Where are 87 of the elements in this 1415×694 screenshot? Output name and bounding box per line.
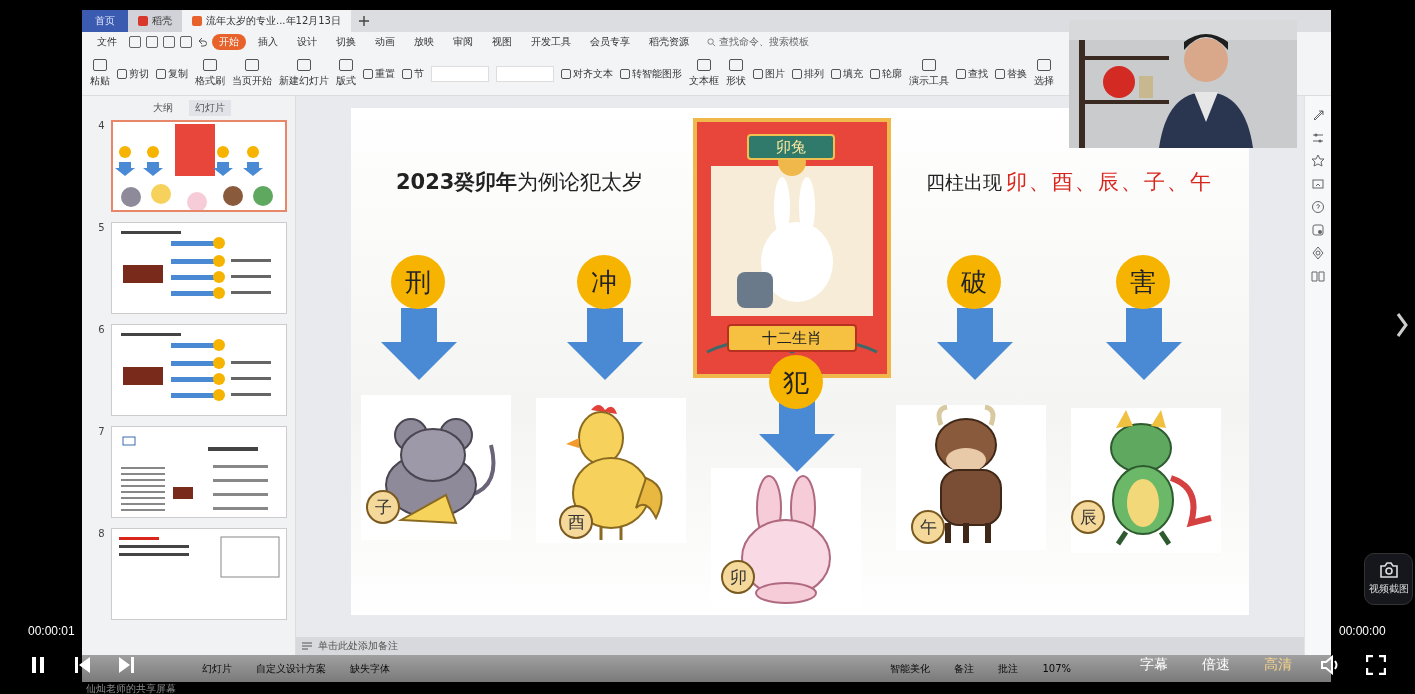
next-button[interactable]: [117, 654, 135, 676]
ribbon-button[interactable]: 选择: [1034, 59, 1054, 88]
ribbon-button[interactable]: 形状: [726, 59, 746, 88]
previous-button[interactable]: [74, 654, 92, 676]
font-name-field[interactable]: [431, 65, 489, 82]
menu-tab[interactable]: 开发工具: [524, 34, 578, 50]
search-field[interactable]: 查找命令、搜索模板: [707, 35, 809, 49]
status-item[interactable]: 107%: [1042, 663, 1071, 674]
ribbon-button[interactable]: 轮廓: [870, 66, 902, 81]
slide-number: 5: [98, 222, 105, 233]
slide-thumbnail[interactable]: [110, 324, 287, 416]
menu-tab[interactable]: 动画: [368, 34, 402, 50]
card-label: 卯兔: [747, 134, 835, 160]
menu-tab[interactable]: 放映: [407, 34, 441, 50]
star-icon[interactable]: [1311, 154, 1325, 168]
ribbon-button[interactable]: 图片: [753, 66, 785, 81]
ribbon-button[interactable]: 新建幻灯片: [279, 59, 329, 88]
ribbon-button[interactable]: 填充: [831, 66, 863, 81]
ribbon-button[interactable]: 文本框: [689, 59, 719, 88]
image-icon[interactable]: [1311, 223, 1325, 237]
total-time: 00:00:00: [1339, 624, 1386, 638]
document-tab[interactable]: 稻壳: [128, 10, 182, 32]
menu-tab[interactable]: 稻壳资源: [642, 34, 696, 50]
sliders-icon[interactable]: [1311, 131, 1325, 145]
screen-icon[interactable]: [1311, 177, 1325, 191]
search-icon: [707, 37, 716, 47]
ribbon-button[interactable]: 复制: [156, 66, 188, 81]
ribbon-button[interactable]: 查找: [956, 66, 988, 81]
relation-badge: 破: [947, 255, 1001, 309]
panel-tab[interactable]: 大纲: [146, 100, 179, 116]
relation-badge: 害: [1116, 255, 1170, 309]
status-item[interactable]: 备注: [954, 661, 975, 676]
menu-tab[interactable]: 设计: [290, 34, 324, 50]
status-item[interactable]: 智能美化: [890, 661, 931, 676]
slide-number: 6: [98, 324, 105, 335]
menu-tab[interactable]: 文件: [90, 34, 124, 50]
document-tab[interactable]: 流年太岁的专业...年12月13日: [182, 10, 351, 32]
fullscreen-icon[interactable]: [1366, 654, 1386, 676]
relation-badge: 刑: [391, 255, 445, 309]
menu-tab[interactable]: 切换: [329, 34, 363, 50]
notes-icon: [302, 642, 312, 650]
slide-thumbnail[interactable]: [110, 528, 287, 620]
slide-number: 7: [98, 426, 105, 437]
ribbon-button[interactable]: 格式刷: [195, 59, 225, 88]
slide-subtitle: 四柱出现: [926, 170, 1002, 195]
status-item[interactable]: 自定义设计方案: [256, 661, 326, 676]
undo-icon[interactable]: [197, 37, 207, 47]
ribbon-button[interactable]: 转智能图形: [620, 66, 682, 81]
menu-tab[interactable]: 视图: [485, 34, 519, 50]
panel-tab[interactable]: 幻灯片: [188, 100, 231, 116]
slide-number: 8: [98, 528, 105, 539]
status-item[interactable]: 批注: [998, 661, 1019, 676]
ribbon-button[interactable]: 版式: [336, 59, 356, 88]
menu-tab[interactable]: 插入: [251, 34, 285, 50]
gem-icon[interactable]: [1311, 246, 1325, 260]
ribbon-button[interactable]: 重置: [363, 66, 395, 81]
document-tab[interactable]: 首页: [82, 10, 128, 32]
snapshot-button[interactable]: 视频截图: [1364, 553, 1413, 605]
pause-button[interactable]: [30, 654, 46, 676]
status-item[interactable]: 幻灯片: [202, 661, 232, 676]
elapsed-time: 00:00:01: [28, 624, 75, 638]
menu-tab[interactable]: 会员专享: [583, 34, 637, 50]
ribbon-button[interactable]: 节: [402, 66, 424, 81]
share-caption: 仙灿老师的共享屏幕: [86, 682, 176, 694]
ribbon-button[interactable]: 对齐文本: [561, 66, 613, 81]
ribbon-button[interactable]: 演示工具: [909, 59, 949, 88]
ribbon-button[interactable]: 排列: [792, 66, 824, 81]
ribbon-button[interactable]: 剪切: [117, 66, 149, 81]
ribbon-button[interactable]: 替换: [995, 66, 1027, 81]
slide-title: 2023癸卯年为例论犯太岁: [396, 169, 644, 196]
ribbon-button[interactable]: 当页开始: [232, 59, 272, 88]
menu-tab[interactable]: 审阅: [446, 34, 480, 50]
notes-field[interactable]: 单击此处添加备注: [296, 637, 1304, 655]
slide-thumbnail[interactable]: [110, 426, 287, 518]
camera-icon: [1378, 562, 1399, 578]
help-icon[interactable]: [1311, 200, 1325, 214]
slide-thumbnail[interactable]: [110, 120, 287, 212]
branch-list: 卯、酉、辰、子、午: [1006, 168, 1213, 196]
book-icon[interactable]: [1311, 269, 1325, 283]
slide-thumbnail[interactable]: [110, 222, 287, 314]
ribbon-button[interactable]: 粘贴: [90, 59, 110, 88]
slide-number: 4: [98, 120, 105, 131]
font-size-field[interactable]: [496, 65, 554, 82]
relation-badge: 冲: [577, 255, 631, 309]
next-page-icon[interactable]: [1396, 312, 1408, 338]
card-banner: 十二生肖: [727, 324, 857, 352]
status-item[interactable]: 缺失字体: [350, 661, 390, 676]
